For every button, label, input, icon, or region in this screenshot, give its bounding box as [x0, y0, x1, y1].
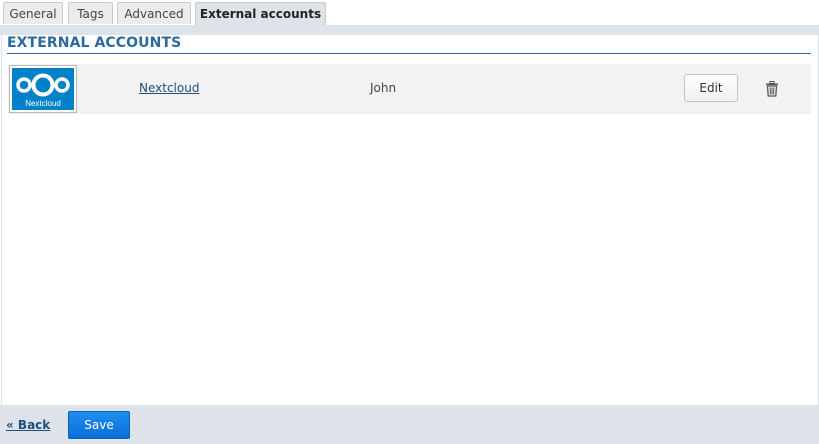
service-link-nextcloud[interactable]: Nextcloud — [139, 81, 199, 95]
trash-icon[interactable] — [765, 81, 779, 97]
tab-advanced[interactable]: Advanced — [117, 2, 191, 24]
footer-bar: « Back Save — [0, 405, 819, 444]
logo-text: Nextcloud — [25, 99, 61, 108]
save-button[interactable]: Save — [68, 411, 130, 439]
tab-general[interactable]: General — [3, 2, 63, 24]
back-link[interactable]: « Back — [6, 418, 50, 432]
nextcloud-logo-icon: Nextcloud — [12, 68, 74, 110]
account-row: Nextcloud Nextcloud John Edit — [8, 64, 811, 114]
tab-tags[interactable]: Tags — [68, 2, 113, 24]
edit-button[interactable]: Edit — [684, 74, 738, 102]
tab-external-accounts[interactable]: External accounts — [195, 2, 326, 25]
tab-strip — [0, 25, 819, 35]
nextcloud-circles-icon — [16, 73, 70, 97]
account-logo: Nextcloud — [9, 65, 77, 113]
section-title: EXTERNAL ACCOUNTS — [7, 35, 182, 51]
section-divider — [7, 53, 811, 54]
account-username: John — [370, 81, 397, 95]
tab-bar: General Tags Advanced External accounts — [0, 0, 819, 25]
